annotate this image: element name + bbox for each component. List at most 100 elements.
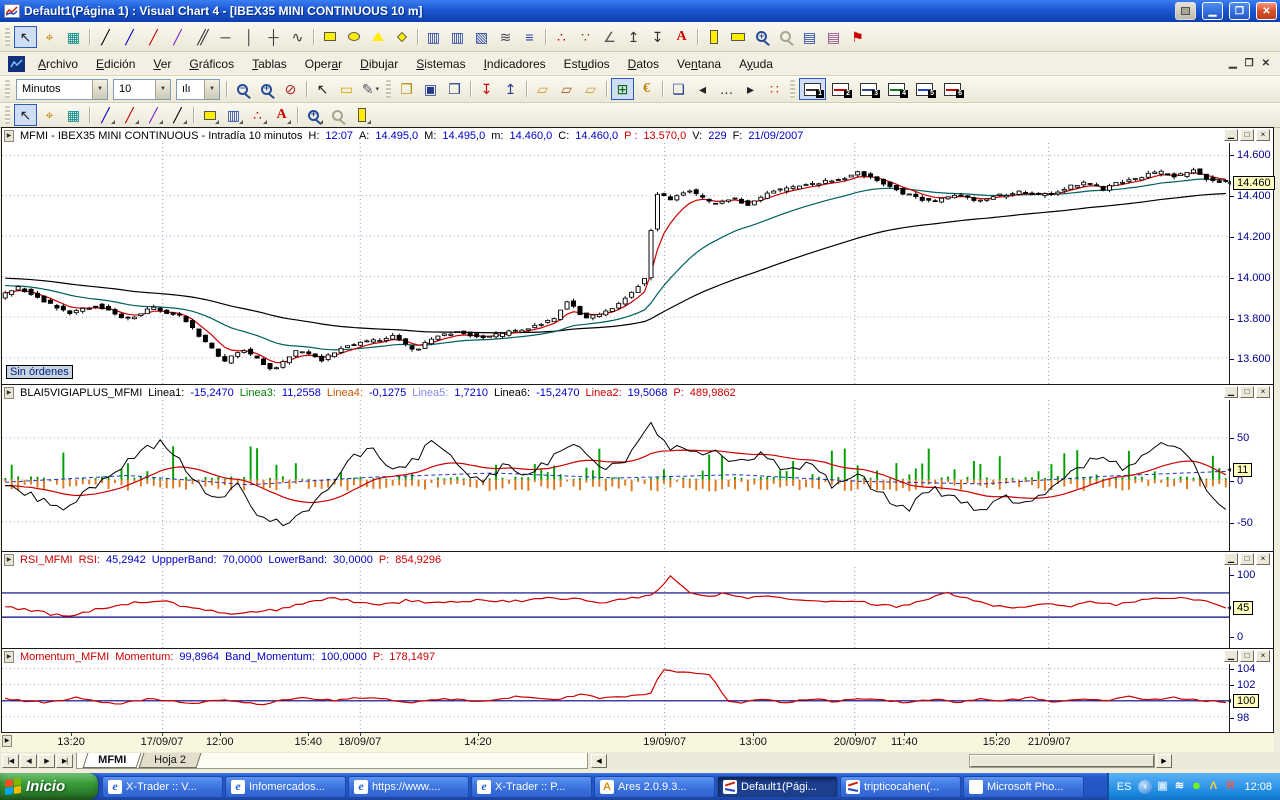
clock[interactable]: 12:08: [1241, 781, 1272, 793]
taskbar-task[interactable]: Default1(Pági...: [717, 775, 838, 798]
rectangle-tool[interactable]: [318, 26, 341, 48]
chart-style-combo[interactable]: ılı ▼: [176, 78, 220, 100]
panel-maximize-icon[interactable]: □: [1240, 650, 1254, 662]
toolbar-grip[interactable]: [5, 106, 10, 124]
cycle-lines-tool-2[interactable]: ▥: [222, 104, 245, 126]
rsi-axis[interactable]: 100 0 45: [1227, 567, 1273, 648]
menu-sistemas[interactable]: Sistemas: [407, 55, 474, 73]
panel-collapse-button[interactable]: ▶: [4, 650, 14, 663]
mdi-minimize-icon[interactable]: ▁: [1229, 58, 1237, 69]
trendline-black[interactable]: ╱: [94, 26, 117, 48]
sheet-nav-next[interactable]: ▶: [38, 753, 55, 768]
taskbar-task[interactable]: tripticocahen(...: [840, 775, 961, 798]
zoom-restore-tool-2[interactable]: [326, 104, 349, 126]
scatter-marks-tool[interactable]: ∴: [550, 26, 573, 48]
export-data-button[interactable]: ↥: [499, 78, 522, 100]
accounts-button[interactable]: ⊞: [611, 78, 634, 100]
menu-estudios[interactable]: Estudios: [555, 55, 619, 73]
display-tray-icon[interactable]: ▣: [1155, 779, 1169, 794]
toolbar-grip[interactable]: [5, 27, 10, 46]
menu-edicion[interactable]: Edición: [87, 55, 144, 73]
toolbar-grip[interactable]: [386, 80, 391, 98]
tab-scroll-left-button[interactable]: ◀: [591, 753, 607, 768]
sheet-tab-mfmi[interactable]: MFMI: [82, 752, 142, 768]
cross-line-tool[interactable]: ┼: [262, 26, 285, 48]
measure-pin-tool[interactable]: ⌖: [38, 26, 61, 48]
scrollbar-track[interactable]: [969, 753, 1155, 768]
time-axis-plot[interactable]: ▶ 13:20 17/09/07 12:00 15:40 18/09/07 14:20 19…: [1, 733, 1230, 752]
scatter-pen-tool[interactable]: ∵: [574, 26, 597, 48]
price-axis[interactable]: 14.600 14.400 14.200 14.000 13.800 13.600 14.4…: [1227, 143, 1275, 384]
momentum-axis[interactable]: 104 102 98 100: [1227, 663, 1273, 732]
angle-tool[interactable]: ∠: [598, 26, 621, 48]
menu-tablas[interactable]: Tablas: [243, 55, 296, 73]
select-tool[interactable]: ↖: [14, 25, 37, 48]
cycle-lines-tool[interactable]: ▥: [422, 26, 445, 48]
messenger-tray-icon[interactable]: ☻: [1189, 779, 1203, 794]
panel-close-icon[interactable]: ×: [1256, 386, 1270, 398]
text-tool[interactable]: A: [670, 26, 693, 48]
view-3-button[interactable]: 3: [855, 78, 882, 100]
draw-pen-button[interactable]: ✎ ▾: [359, 78, 382, 100]
trendline-red[interactable]: ╱: [142, 26, 165, 48]
panel-close-icon[interactable]: ×: [1256, 650, 1270, 662]
close-button[interactable]: ✕: [1256, 2, 1277, 20]
taskbar-task[interactable]: e X-Trader :: V...: [102, 775, 223, 798]
minimize-button[interactable]: ▁: [1202, 2, 1223, 20]
volume-tray-icon[interactable]: ≋: [1172, 779, 1186, 794]
menu-indicadores[interactable]: Indicadores: [475, 55, 555, 73]
notes-list-tool[interactable]: ≡: [518, 26, 541, 48]
panel-close-icon[interactable]: ×: [1256, 129, 1270, 141]
start-button[interactable]: Inicio: [0, 773, 98, 800]
zoom-in-button[interactable]: +: [255, 78, 278, 100]
import-data-button[interactable]: ↧: [475, 78, 498, 100]
vertical-band-tool[interactable]: [702, 26, 725, 48]
momentum-plot[interactable]: [2, 664, 1229, 732]
show-stats-tool[interactable]: ▤: [822, 26, 845, 48]
horizontal-line-tool[interactable]: ─: [214, 26, 237, 48]
period-unit-combo[interactable]: Minutos ▼: [16, 78, 108, 100]
mdi-close-icon[interactable]: ✕: [1262, 58, 1270, 69]
open-button[interactable]: ❐: [395, 78, 418, 100]
scrollbar-thumb[interactable]: [970, 754, 1154, 767]
triangle-tool[interactable]: [366, 26, 389, 48]
save-button[interactable]: ▣: [419, 78, 442, 100]
titlebar-extra-button[interactable]: [1175, 2, 1196, 20]
panel-maximize-icon[interactable]: □: [1240, 386, 1254, 398]
chart-window-icon[interactable]: [8, 55, 25, 72]
diamond-tool[interactable]: [390, 26, 413, 48]
panel-minimize-icon[interactable]: ▁: [1224, 386, 1238, 398]
sheet-tab-hoja-2[interactable]: Hoja 2: [138, 752, 202, 768]
vertical-line-tool[interactable]: │: [238, 26, 261, 48]
trendline-blue-2[interactable]: ╱: [94, 104, 117, 126]
arrow-down-tool[interactable]: ↧: [646, 26, 669, 48]
app-icon[interactable]: [4, 4, 20, 18]
page-list-button[interactable]: …: [715, 78, 738, 100]
view-2-button[interactable]: 2: [827, 78, 854, 100]
scatter-marks-tool-2[interactable]: ∴: [246, 104, 269, 126]
view-4-button[interactable]: 4: [883, 78, 910, 100]
menu-ver[interactable]: Ver: [144, 55, 180, 73]
panel-minimize-icon[interactable]: ▁: [1224, 553, 1238, 565]
menu-operar[interactable]: Operar: [296, 55, 351, 73]
view-1-button[interactable]: 1: [799, 78, 826, 100]
arcs-tool[interactable]: ≋: [494, 26, 517, 48]
hide-tray-icons-button[interactable]: ‹: [1138, 779, 1153, 794]
price-plot[interactable]: Sin órdenes: [2, 143, 1229, 384]
taskbar-task[interactable]: e Infomercados...: [225, 775, 346, 798]
panel-collapse-button[interactable]: ▶: [4, 386, 14, 399]
taskbar-task[interactable]: e X-Trader :: P...: [471, 775, 592, 798]
trendline-red-2[interactable]: ╱: [118, 104, 141, 126]
menu-ayuda[interactable]: Ayuda: [730, 55, 782, 73]
show-panel-tool[interactable]: ▤: [798, 26, 821, 48]
chart-annotation-tool[interactable]: ▧: [470, 26, 493, 48]
menu-graficos[interactable]: Gráficos: [180, 55, 243, 73]
blai5-plot[interactable]: [2, 400, 1229, 551]
zoom-area-tool-2[interactable]: +: [302, 104, 325, 126]
select-tool-2[interactable]: ↖: [14, 104, 37, 126]
menu-archivo[interactable]: Archivo: [29, 55, 87, 73]
save-all-button[interactable]: ❒: [443, 78, 466, 100]
taskbar-task[interactable]: A Ares 2.0.9.3...: [594, 775, 715, 798]
sheet-nav-last[interactable]: ▶|: [56, 753, 73, 768]
zoom-out-button[interactable]: −: [231, 78, 254, 100]
